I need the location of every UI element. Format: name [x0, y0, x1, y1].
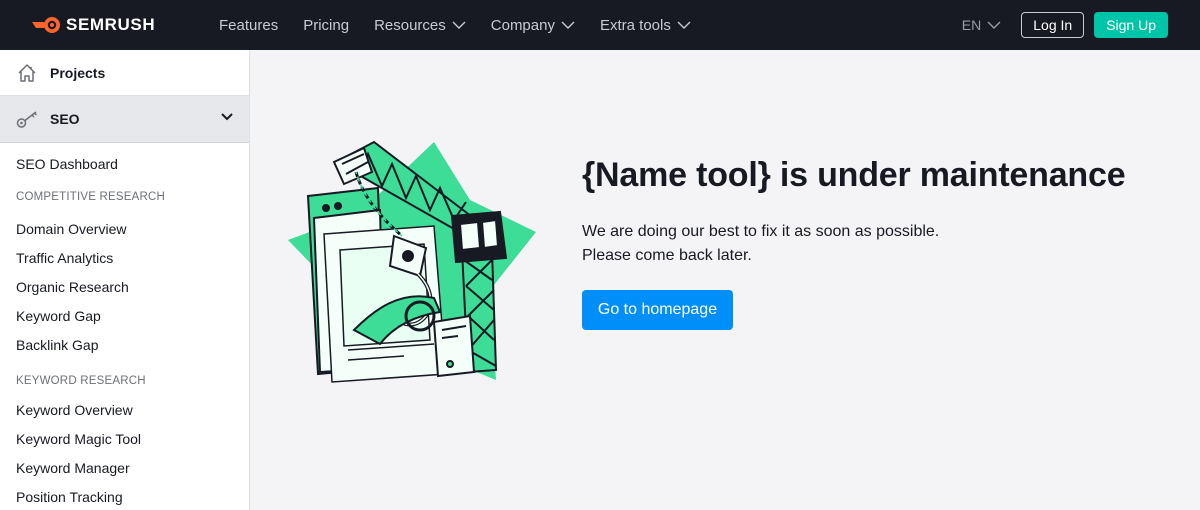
chevron-down-icon	[452, 21, 466, 29]
sidebar-item-traffic-analytics[interactable]: Traffic Analytics	[0, 244, 249, 273]
key-icon	[16, 108, 40, 130]
sidebar-item-keyword-overview[interactable]: Keyword Overview	[0, 396, 249, 425]
top-navigation-bar: SEMRUSH Features Pricing Resources Compa…	[0, 0, 1200, 50]
description-line: We are doing our best to fix it as soon …	[582, 223, 940, 240]
nav-company[interactable]: Company	[491, 17, 575, 34]
signup-button[interactable]: Sign Up	[1094, 12, 1168, 38]
semrush-logo-icon	[32, 17, 60, 33]
sidebar-item-label: Projects	[50, 64, 106, 81]
chevron-down-icon	[561, 21, 575, 29]
maintenance-description: We are doing our best to fix it as soon …	[582, 220, 939, 268]
semrush-logo[interactable]: SEMRUSH	[32, 14, 155, 36]
sidebar-item-organic-research[interactable]: Organic Research	[0, 273, 249, 302]
login-button[interactable]: Log In	[1021, 12, 1085, 38]
sidebar: Projects SEO SEO Dashboard COMPETITIVE R…	[0, 50, 250, 510]
sidebar-item-domain-overview[interactable]: Domain Overview	[0, 215, 249, 244]
nav-resources[interactable]: Resources	[374, 17, 466, 34]
sidebar-item-position-tracking[interactable]: Position Tracking	[0, 483, 249, 510]
nav-label: Company	[490, 16, 555, 34]
description-line: Please come back later.	[582, 247, 752, 264]
sidebar-group-heading: KEYWORD RESEARCH	[16, 375, 146, 387]
account-nav: EN Log In Sign Up	[962, 0, 1168, 50]
page-title: {Name tool} is under maintenance	[582, 156, 1126, 194]
chevron-down-icon	[987, 21, 1001, 29]
nav-label: Resources	[374, 16, 446, 34]
sidebar-section-seo[interactable]: SEO	[0, 96, 249, 143]
nav-label: Extra tools	[599, 16, 671, 34]
nav-extra-tools[interactable]: Extra tools	[600, 17, 691, 34]
sidebar-item-keyword-manager[interactable]: Keyword Manager	[0, 454, 249, 483]
home-icon	[16, 62, 38, 84]
go-to-homepage-button[interactable]: Go to homepage	[582, 290, 733, 330]
nav-label: Pricing	[303, 16, 350, 34]
brand-name: SEMRUSH	[66, 15, 156, 34]
sidebar-item-seo-dashboard[interactable]: SEO Dashboard	[0, 150, 249, 179]
sidebar-section-label: SEO	[50, 111, 80, 127]
nav-features[interactable]: Features	[219, 17, 278, 34]
sidebar-item-keyword-magic-tool[interactable]: Keyword Magic Tool	[0, 425, 249, 454]
chevron-down-icon	[677, 21, 691, 29]
sidebar-item-keyword-gap[interactable]: Keyword Gap	[0, 302, 249, 331]
language-selector[interactable]: EN	[962, 17, 1001, 33]
sidebar-seo-list: SEO Dashboard COMPETITIVE RESEARCH Domai…	[0, 143, 249, 510]
main-nav: Features Pricing Resources Company Extra…	[219, 0, 716, 50]
nav-label: Features	[219, 16, 279, 34]
sidebar-item-backlink-gap[interactable]: Backlink Gap	[0, 331, 249, 360]
chevron-down-icon[interactable]	[221, 113, 233, 121]
sidebar-group-heading: COMPETITIVE RESEARCH	[16, 191, 166, 203]
maintenance-illustration	[288, 140, 536, 383]
nav-pricing[interactable]: Pricing	[303, 17, 349, 34]
sidebar-item-projects[interactable]: Projects	[0, 50, 249, 96]
language-label: EN	[961, 17, 982, 33]
